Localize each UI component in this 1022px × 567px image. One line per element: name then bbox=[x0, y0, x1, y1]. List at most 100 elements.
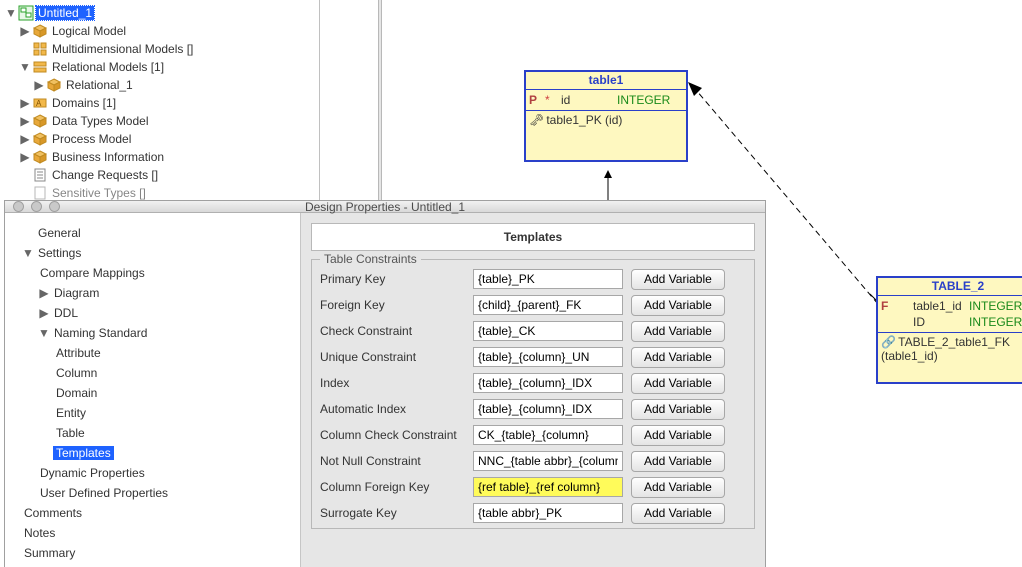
add-variable-button[interactable]: Add Variable bbox=[631, 295, 725, 316]
mdm-icon bbox=[32, 41, 48, 57]
dialog-nav: General ▼Settings Compare Mappings ▶Diag… bbox=[5, 213, 301, 567]
nav-item[interactable]: ▶DDL bbox=[21, 303, 300, 323]
nav-item[interactable]: General bbox=[21, 223, 300, 243]
add-variable-button[interactable]: Add Variable bbox=[631, 269, 725, 290]
tree-item[interactable]: ▶ A Domains [1] bbox=[4, 94, 319, 112]
constraint-input[interactable] bbox=[473, 503, 623, 523]
nav-item[interactable]: ▶Diagram bbox=[21, 283, 300, 303]
add-variable-button[interactable]: Add Variable bbox=[631, 451, 725, 472]
tree-item[interactable]: ▶ Logical Model bbox=[4, 22, 319, 40]
tree-item[interactable]: ▶ Process Model bbox=[4, 130, 319, 148]
nav-label: Diagram bbox=[51, 286, 102, 300]
dialog-panel: Templates Table Constraints Primary KeyA… bbox=[301, 213, 765, 567]
add-variable-button[interactable]: Add Variable bbox=[631, 373, 725, 394]
expander-icon[interactable]: ▼ bbox=[21, 246, 35, 260]
tree-root-label[interactable]: Untitled_1 bbox=[36, 6, 94, 20]
constraint-row: Primary Key Add Variable bbox=[320, 266, 746, 292]
constraint-input[interactable] bbox=[473, 477, 623, 497]
entity-header: table1 bbox=[525, 71, 687, 90]
add-variable-button[interactable]: Add Variable bbox=[631, 399, 725, 420]
nav-item[interactable]: Entity bbox=[21, 403, 300, 423]
nav-item[interactable]: Notes bbox=[21, 523, 300, 543]
nav-label: Templates bbox=[53, 446, 114, 460]
expander-icon[interactable]: ▶ bbox=[32, 78, 46, 92]
expander-icon[interactable]: ▼ bbox=[18, 60, 32, 74]
col-type: INTEGER bbox=[969, 315, 1022, 329]
constraint-label: Not Null Constraint bbox=[320, 454, 465, 468]
nav-item[interactable]: Compare Mappings bbox=[21, 263, 300, 283]
expander-icon[interactable]: ▶ bbox=[18, 24, 32, 38]
add-variable-button[interactable]: Add Variable bbox=[631, 425, 725, 446]
tree-root[interactable]: ▼ Untitled_1 bbox=[4, 4, 319, 22]
fk-label: TABLE_2_table1_FK (table1_id) bbox=[881, 335, 1010, 363]
dialog-titlebar[interactable]: Design Properties - Untitled_1 bbox=[5, 201, 765, 213]
constraint-label: Check Constraint bbox=[320, 324, 465, 338]
tree-label: Business Information bbox=[50, 150, 166, 164]
tree-label: Domains [1] bbox=[50, 96, 118, 110]
expander-icon[interactable]: ▶ bbox=[37, 306, 51, 320]
expander-icon[interactable]: ▶ bbox=[18, 96, 32, 110]
nav-item[interactable]: Table bbox=[21, 423, 300, 443]
add-variable-button[interactable]: Add Variable bbox=[631, 321, 725, 342]
nav-item[interactable]: User Defined Properties bbox=[21, 483, 300, 503]
tree-item[interactable]: ▼ Relational Models [1] bbox=[4, 58, 319, 76]
doc-icon bbox=[32, 167, 48, 183]
pk-label: table1_PK (id) bbox=[546, 113, 622, 127]
constraint-label: Primary Key bbox=[320, 272, 465, 286]
constraint-input[interactable] bbox=[473, 399, 623, 419]
cube-icon bbox=[46, 77, 62, 93]
svg-text:A: A bbox=[36, 99, 42, 108]
tree-item[interactable]: ▶ Relational_1 bbox=[4, 76, 319, 94]
tree-item[interactable]: ▶ Business Information bbox=[4, 148, 319, 166]
tree-label: Data Types Model bbox=[50, 114, 151, 128]
key-icon: 🗝 bbox=[529, 113, 543, 127]
nav-item[interactable]: Comments bbox=[21, 503, 300, 523]
expander-icon[interactable]: ▼ bbox=[37, 326, 51, 340]
cube-icon bbox=[32, 149, 48, 165]
expander-icon[interactable]: ▶ bbox=[18, 114, 32, 128]
add-variable-button[interactable]: Add Variable bbox=[631, 503, 725, 524]
constraint-row: Column Foreign Key Add Variable bbox=[320, 474, 746, 500]
nav-label: Entity bbox=[53, 406, 89, 420]
constraint-input[interactable] bbox=[473, 425, 623, 445]
add-variable-button[interactable]: Add Variable bbox=[631, 477, 725, 498]
constraint-input[interactable] bbox=[473, 451, 623, 471]
constraint-input[interactable] bbox=[473, 269, 623, 289]
constraint-row: Automatic IndexAdd Variable bbox=[320, 396, 746, 422]
nav-item[interactable]: ▼Naming Standard bbox=[21, 323, 300, 343]
tree-item[interactable]: Multidimensional Models [] bbox=[4, 40, 319, 58]
nav-label: Compare Mappings bbox=[37, 266, 148, 280]
expander-icon[interactable]: ▶ bbox=[18, 150, 32, 164]
entity-col-row: P * id INTEGER bbox=[529, 92, 683, 108]
nav-label: Domain bbox=[53, 386, 100, 400]
constraint-input[interactable] bbox=[473, 295, 623, 315]
nav-label: General bbox=[35, 226, 84, 240]
group-legend: Table Constraints bbox=[320, 252, 421, 266]
expander-icon[interactable]: ▶ bbox=[37, 286, 51, 300]
expander-icon[interactable]: ▼ bbox=[4, 6, 18, 20]
nav-label: DDL bbox=[51, 306, 81, 320]
fk-icon: 🔗 bbox=[881, 335, 895, 349]
entity-table1[interactable]: table1 P * id INTEGER 🗝 table1_PK (id) bbox=[524, 70, 688, 162]
constraint-input[interactable] bbox=[473, 321, 623, 341]
tree-item[interactable]: ▶ Data Types Model bbox=[4, 112, 319, 130]
nav-item-templates[interactable]: Templates bbox=[21, 443, 300, 463]
entity-table2[interactable]: TABLE_2 F table1_id INTEGER ID INTEGER 🔗… bbox=[876, 276, 1022, 384]
tree-label: Change Requests [] bbox=[50, 168, 160, 182]
constraint-label: Column Foreign Key bbox=[320, 480, 465, 494]
nav-item[interactable]: Dynamic Properties bbox=[21, 463, 300, 483]
constraint-input[interactable] bbox=[473, 373, 623, 393]
entity-keys: 🔗 TABLE_2_table1_FK (table1_id) bbox=[877, 333, 1022, 383]
nav-item[interactable]: Domain bbox=[21, 383, 300, 403]
spacer bbox=[21, 226, 35, 240]
add-variable-button[interactable]: Add Variable bbox=[631, 347, 725, 368]
nav-item[interactable]: Column bbox=[21, 363, 300, 383]
expander-icon[interactable]: ▶ bbox=[18, 132, 32, 146]
constraint-row: IndexAdd Variable bbox=[320, 370, 746, 396]
nav-item[interactable]: ▼Settings bbox=[21, 243, 300, 263]
tree-item[interactable]: Change Requests [] bbox=[4, 166, 319, 184]
nav-item[interactable]: Attribute bbox=[21, 343, 300, 363]
nav-item[interactable]: Summary bbox=[21, 543, 300, 563]
constraint-input[interactable] bbox=[473, 347, 623, 367]
nav-label: Table bbox=[53, 426, 88, 440]
